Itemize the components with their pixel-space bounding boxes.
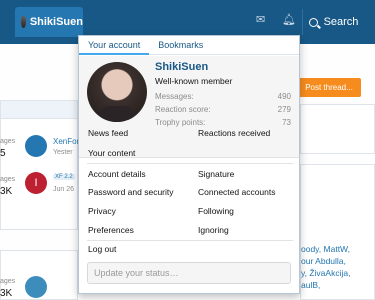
link-signature[interactable]: Signature xyxy=(198,169,234,179)
thread-meta: Yester xyxy=(53,149,73,156)
online-members[interactable]: our Abdulla, xyxy=(301,256,346,266)
xenforo-logo xyxy=(25,135,47,157)
link-preferences[interactable]: Preferences xyxy=(88,225,134,235)
version-tag: XF 2.2 xyxy=(53,174,75,180)
thread-link[interactable]: XenFor xyxy=(53,137,79,146)
online-members[interactable]: oody, MattW, xyxy=(301,244,350,254)
account-menu-button[interactable]: ShikiSuen xyxy=(15,7,83,37)
envelope-icon[interactable]: ✉ xyxy=(256,13,265,26)
avatar-small xyxy=(21,16,26,28)
account-dropdown: Your account Bookmarks ShikiSuen Well-kn… xyxy=(78,35,300,294)
status-input[interactable]: Update your status… xyxy=(87,262,291,284)
row-count: 3K xyxy=(0,288,13,299)
link-your-content[interactable]: Your content xyxy=(88,148,135,158)
user-title: Well-known member xyxy=(155,76,233,86)
link-connected-accounts[interactable]: Connected accounts xyxy=(198,187,276,197)
account-summary: ShikiSuen Well-known member Messages: 49… xyxy=(79,56,299,158)
link-news-feed[interactable]: News feed xyxy=(88,128,128,138)
thread-meta: Jun 26 xyxy=(53,186,75,193)
account-name[interactable]: ShikiSuen xyxy=(155,61,208,73)
row-count: 3K xyxy=(0,186,13,197)
tab-your-account[interactable]: Your account xyxy=(79,36,150,55)
search-button[interactable]: Search xyxy=(302,9,364,35)
stat-reaction-score: Reaction score: 279 xyxy=(155,105,291,114)
forum-icon: I xyxy=(25,172,47,194)
post-thread-button[interactable]: Post thread... xyxy=(297,78,361,97)
tab-bookmarks[interactable]: Bookmarks xyxy=(149,36,212,54)
link-reactions-received[interactable]: Reactions received xyxy=(198,128,270,138)
row-count: 5 xyxy=(0,148,6,159)
dropdown-tabs: Your account Bookmarks xyxy=(79,36,299,55)
row-label: ages xyxy=(0,138,16,145)
phpbb-logo xyxy=(25,276,47,298)
sidebar-panel xyxy=(300,104,375,154)
search-icon xyxy=(308,17,318,27)
forum-list-panel xyxy=(0,100,78,230)
row-label: ages xyxy=(0,176,16,183)
link-following[interactable]: Following xyxy=(198,206,234,216)
account-username: ShikiSuen xyxy=(29,16,83,28)
link-log-out[interactable]: Log out xyxy=(88,244,116,254)
stat-messages: Messages: 490 xyxy=(155,92,291,101)
link-account-details[interactable]: Account details xyxy=(88,169,146,179)
row-label: ages xyxy=(0,278,16,285)
stat-trophy-points: Trophy points: 73 xyxy=(155,118,291,127)
link-privacy[interactable]: Privacy xyxy=(88,206,116,216)
search-label: Search xyxy=(323,16,359,28)
link-password-security[interactable]: Password and security xyxy=(88,187,174,197)
bell-icon[interactable]: 🔔︎ xyxy=(282,13,296,26)
avatar[interactable] xyxy=(87,62,147,122)
online-members[interactable]: aulB, xyxy=(301,280,320,290)
link-ignoring[interactable]: Ignoring xyxy=(198,225,229,235)
online-members[interactable]: y, ŽivaAkcija, xyxy=(301,268,350,278)
